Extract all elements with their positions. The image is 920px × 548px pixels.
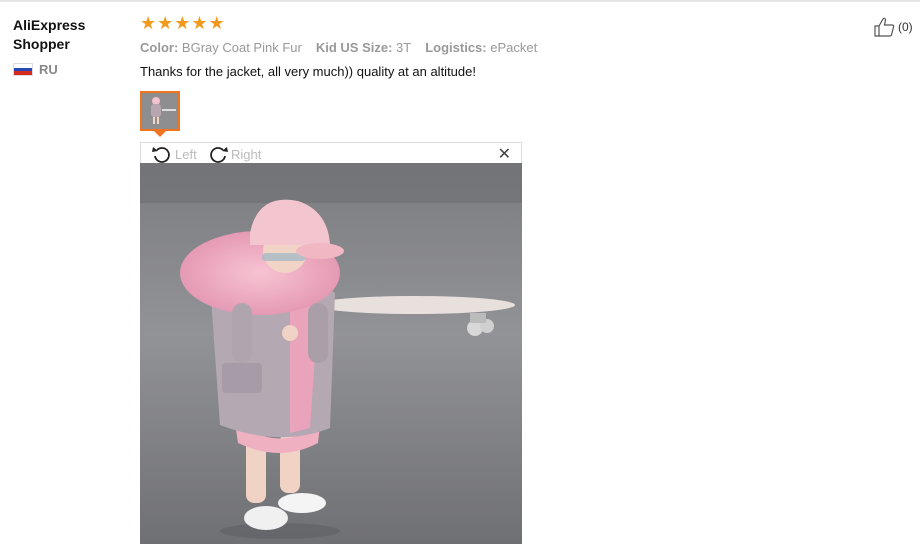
country-code: RU <box>39 62 58 77</box>
thumbnail-pointer <box>154 131 166 137</box>
reviewer-country: RU <box>13 62 123 77</box>
helpful-button[interactable]: (0) <box>872 16 913 38</box>
rotate-right-button[interactable]: Right <box>207 144 261 164</box>
rotate-left-label: Left <box>175 146 197 162</box>
flag-ru-icon <box>13 63 33 76</box>
rotate-right-label: Right <box>231 146 262 162</box>
star-icon: ★ <box>174 13 191 34</box>
rotate-left-icon <box>152 147 170 163</box>
star-icon: ★ <box>208 13 225 34</box>
photo-viewer-toolbar: Left Right ✕ <box>140 142 522 163</box>
reviewer-name: AliExpress Shopper <box>13 17 86 52</box>
attribute-size: Kid US Size: 3T <box>315 40 412 55</box>
attribute-logistics: Logistics: ePacket <box>425 40 538 55</box>
close-icon[interactable]: ✕ <box>498 144 511 163</box>
rotate-left-button[interactable]: Left <box>151 144 197 164</box>
star-icon: ★ <box>157 13 174 34</box>
star-icon: ★ <box>191 13 208 34</box>
star-icon: ★ <box>140 13 157 34</box>
helpful-count: (0) <box>898 20 913 34</box>
thumbs-up-icon <box>874 17 895 37</box>
review-text: Thanks for the jacket, all very much)) q… <box>140 64 476 79</box>
attribute-color: Color: BGray Coat Pink Fur <box>140 40 302 55</box>
product-attributes: Color: BGray Coat Pink Fur Kid US Size: … <box>140 40 537 55</box>
top-divider <box>0 0 920 2</box>
review-photo-thumbnail[interactable] <box>140 91 180 131</box>
rotate-right-icon <box>210 147 228 163</box>
reviewer-info: AliExpress Shopper RU <box>13 16 123 77</box>
star-rating: ★ ★ ★ ★ ★ <box>140 14 225 34</box>
review-photo <box>140 163 522 544</box>
